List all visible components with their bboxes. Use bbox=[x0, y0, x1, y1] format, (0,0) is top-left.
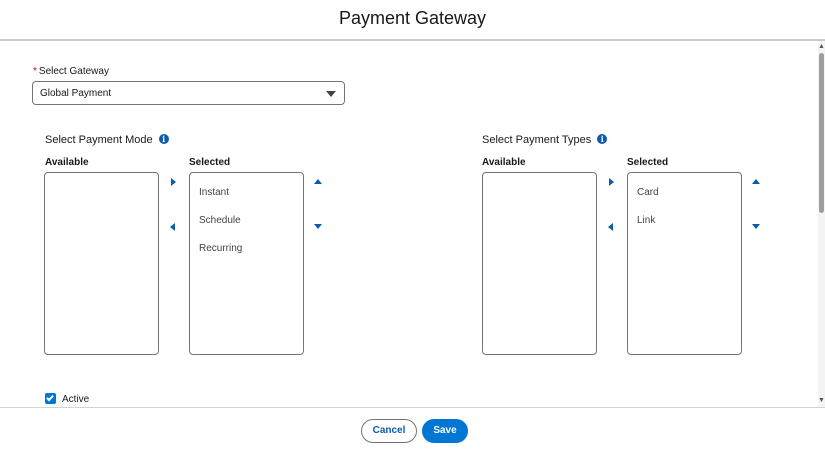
gateway-label-text: Select Gateway bbox=[38, 66, 109, 77]
list-item[interactable]: Instant bbox=[199, 187, 229, 198]
modal-header: Payment Gateway bbox=[0, 0, 825, 41]
gateway-select[interactable]: Global Payment bbox=[32, 81, 345, 105]
list-item[interactable]: Schedule bbox=[199, 215, 241, 226]
gateway-label: * Select Gateway bbox=[33, 66, 109, 77]
gateway-select-value: Global Payment bbox=[40, 88, 112, 99]
payment-types-available-list[interactable] bbox=[482, 172, 597, 355]
required-indicator: * bbox=[33, 66, 37, 77]
save-button[interactable]: Save bbox=[422, 419, 468, 443]
arrow-down-icon[interactable] bbox=[752, 224, 760, 232]
checkmark-icon bbox=[46, 393, 54, 402]
payment-types-selected-label: Selected bbox=[627, 157, 669, 168]
modal-title: Payment Gateway bbox=[338, 8, 487, 28]
arrow-up-icon[interactable] bbox=[752, 179, 760, 187]
info-icon[interactable]: i bbox=[597, 134, 608, 144]
modal-scrollbar[interactable]: ▲ ▼ bbox=[818, 41, 825, 407]
payment-types-selected-list[interactable]: Card Link bbox=[627, 172, 742, 355]
active-checkbox[interactable] bbox=[45, 393, 56, 404]
payment-types-available-label: Available bbox=[482, 157, 526, 168]
list-item[interactable]: Link bbox=[637, 215, 655, 226]
payment-mode-selected-label: Selected bbox=[189, 157, 231, 168]
active-label: Active bbox=[62, 394, 90, 405]
arrow-up-icon[interactable] bbox=[314, 179, 322, 187]
payment-mode-available-list[interactable] bbox=[44, 172, 159, 355]
scroll-down-icon[interactable]: ▼ bbox=[818, 397, 825, 405]
payment-mode-title: Select Payment Mode i bbox=[45, 134, 169, 146]
modal-footer: Cancel Save bbox=[0, 407, 825, 469]
payment-types-title-text: Select Payment Types bbox=[482, 134, 592, 146]
modal-body: * Select Gateway Global Payment Select Pa… bbox=[0, 41, 818, 407]
payment-types-title: Select Payment Types i bbox=[482, 134, 608, 146]
arrow-right-icon[interactable] bbox=[609, 178, 617, 186]
scroll-up-icon[interactable]: ▲ bbox=[818, 43, 825, 51]
payment-mode-available-label: Available bbox=[45, 157, 89, 168]
chevron-down-icon bbox=[326, 91, 336, 97]
payment-mode-selected-list[interactable]: Instant Schedule Recurring bbox=[189, 172, 304, 355]
arrow-left-icon[interactable] bbox=[170, 223, 178, 231]
arrow-down-icon[interactable] bbox=[314, 224, 322, 232]
list-item[interactable]: Card bbox=[637, 187, 659, 198]
cancel-button[interactable]: Cancel bbox=[361, 419, 417, 443]
payment-mode-title-text: Select Payment Mode bbox=[45, 134, 153, 146]
scroll-thumb[interactable] bbox=[819, 53, 824, 213]
list-item[interactable]: Recurring bbox=[199, 243, 242, 254]
info-icon[interactable]: i bbox=[158, 134, 169, 144]
arrow-left-icon[interactable] bbox=[608, 223, 616, 231]
arrow-right-icon[interactable] bbox=[171, 178, 179, 186]
